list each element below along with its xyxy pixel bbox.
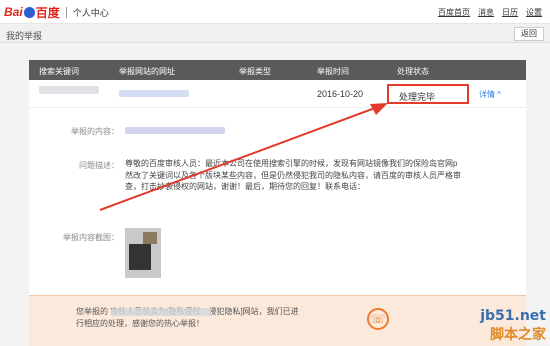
baidu-logo[interactable]: Bai 百度 个人中心 bbox=[4, 5, 109, 20]
report-date: 2016-10-20 bbox=[317, 89, 364, 99]
details-label: 详情 bbox=[479, 90, 495, 99]
status-badge: 处理完毕 bbox=[387, 84, 469, 104]
watermark-site: jb51.net bbox=[480, 308, 546, 324]
phone-icon[interactable]: ☏ bbox=[367, 308, 389, 330]
report-screenshot-thumbnail[interactable] bbox=[125, 228, 161, 278]
paw-icon bbox=[23, 6, 35, 18]
thumb-dark-block bbox=[129, 244, 151, 270]
col-status: 处理状态 bbox=[397, 67, 429, 76]
page-title: 我的举报 bbox=[6, 31, 43, 41]
chevron-up-icon: ^ bbox=[497, 90, 501, 99]
report-detail: 举报的内容： 问题描述： 举报内容截图： bbox=[29, 108, 526, 298]
table-header: 搜索关键词 举报网站的网址 举报类型 举报时间 处理状态 bbox=[29, 60, 526, 80]
blurred-keyword bbox=[39, 86, 99, 94]
blurred-url bbox=[119, 90, 189, 97]
desc-label: 问题描述： bbox=[79, 161, 119, 170]
details-link[interactable]: 详情 ^ bbox=[479, 89, 501, 100]
section-title: 个人中心 bbox=[72, 7, 109, 18]
link-calendar[interactable]: 日历 bbox=[502, 7, 518, 18]
back-button[interactable]: 返回 bbox=[514, 27, 544, 41]
col-url: 举报网站的网址 bbox=[119, 67, 175, 76]
result-footer: 您举报的 审核人员核实为[隐私侵权：侵犯隐私]网站，我们已进行相应的处理，感谢您… bbox=[29, 295, 526, 346]
watermark: jb51.net 脚本之家 bbox=[480, 308, 546, 344]
top-links: 百度首页 消息 日历 设置 bbox=[438, 7, 542, 18]
col-keyword: 搜索关键词 bbox=[39, 67, 79, 76]
logo-bai-text: Bai bbox=[4, 5, 23, 19]
screenshot-label: 举报内容截图： bbox=[63, 233, 119, 242]
link-messages[interactable]: 消息 bbox=[478, 7, 494, 18]
blurred-footer-site bbox=[111, 308, 211, 316]
col-type: 举报类型 bbox=[239, 67, 271, 76]
col-time: 举报时间 bbox=[317, 67, 349, 76]
link-settings[interactable]: 设置 bbox=[526, 7, 542, 18]
thumb-image-block bbox=[143, 232, 157, 244]
watermark-cn: 脚本之家 bbox=[490, 326, 546, 342]
link-home[interactable]: 百度首页 bbox=[438, 7, 470, 18]
logo-du-text: 百度 bbox=[35, 5, 60, 20]
blurred-content bbox=[125, 127, 225, 134]
logo-divider bbox=[65, 6, 67, 18]
desc-text: 尊敬的百度审核人员：最近本公司在使用搜索引擎的时候，发现有网站镜像我们的保险岛官… bbox=[125, 159, 461, 191]
page-subheader: 我的举报 返回 bbox=[0, 25, 550, 43]
top-navbar: Bai 百度 个人中心 百度首页 消息 日历 设置 bbox=[0, 0, 550, 24]
content-label: 举报的内容： bbox=[71, 127, 119, 136]
table-row[interactable]: 2016-10-20 处理完毕 详情 ^ bbox=[29, 80, 526, 108]
